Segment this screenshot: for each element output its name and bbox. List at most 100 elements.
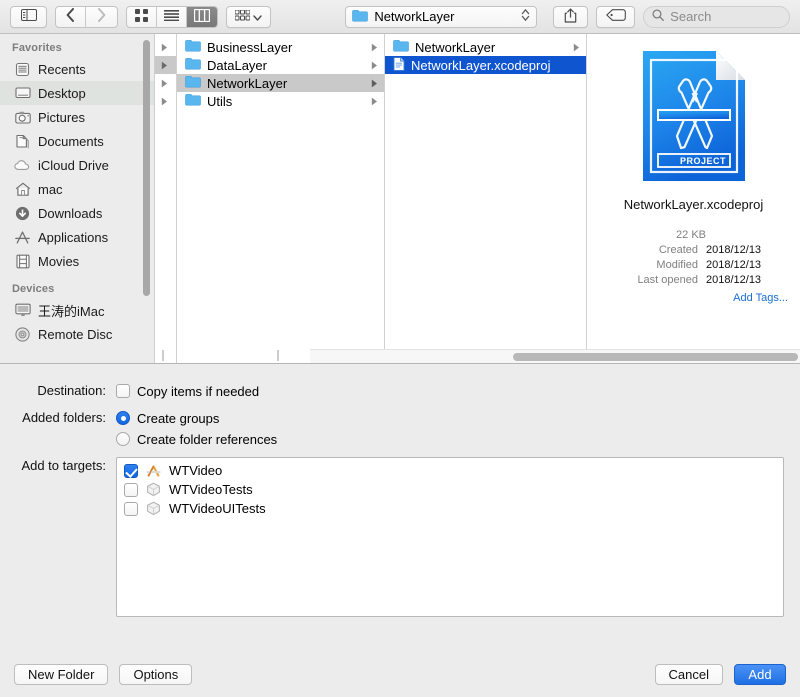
column-item-networklayer[interactable]: NetworkLayer [177, 74, 384, 92]
back-button[interactable] [56, 6, 87, 27]
folder-icon [185, 57, 201, 73]
target-row-wtvideotests[interactable]: WTVideoTests [117, 480, 783, 499]
column-row-stub[interactable] [155, 74, 176, 92]
sidebar-section-devices-header: Devices [12, 283, 55, 295]
search-field[interactable]: Search [643, 5, 790, 28]
column-browser: BusinessLayer DataLayer NetworkLayer Uti… [155, 34, 800, 363]
forward-button[interactable] [86, 7, 116, 27]
xcodeproj-file-icon [393, 56, 405, 74]
target-label: WTVideoTests [169, 482, 253, 497]
share-button[interactable] [552, 5, 589, 28]
updown-stepper-icon [521, 8, 530, 25]
preview-metadata: 22 KB Created 2018/12/13 Modified 2018/1… [599, 228, 788, 306]
view-as-list-button[interactable] [157, 6, 188, 27]
add-tags-link[interactable]: Add Tags... [733, 291, 788, 306]
target-row-wtvideo[interactable]: WTVideo [117, 461, 783, 480]
preview-filename: NetworkLayer.xcodeproj [623, 197, 764, 212]
column-item-label: NetworkLayer [415, 39, 496, 55]
add-to-targets-row: Add to targets: WTVideo WTVideoTests WTV… [0, 457, 784, 617]
meta-row-modified: Modified 2018/12/13 [599, 258, 788, 273]
tag-button[interactable] [596, 5, 636, 28]
browser-column-previous[interactable] [155, 34, 177, 363]
sidebar-item-pictures[interactable]: Pictures [0, 105, 154, 129]
target-row-wtvideouitests[interactable]: WTVideoUITests [117, 499, 783, 518]
checkbox-label: Copy items if needed [137, 383, 260, 399]
sidebar-item-label: Pictures [38, 109, 85, 125]
sidebar-toggle-button[interactable] [10, 5, 48, 28]
sidebar-item-documents[interactable]: Documents [0, 129, 154, 153]
meta-key: Created [658, 244, 698, 256]
caret-right-icon [161, 76, 168, 91]
xcode-app-target-icon [145, 463, 162, 478]
options-button[interactable]: Options [119, 663, 193, 685]
radio-button[interactable] [116, 432, 130, 446]
cancel-button[interactable]: Cancel [654, 663, 723, 685]
create-groups-radio[interactable]: Create groups [116, 409, 784, 427]
sidebar-item-applications[interactable]: Applications [0, 225, 154, 249]
create-folder-references-radio[interactable]: Create folder references [116, 430, 784, 448]
column-item-label: DataLayer [207, 57, 267, 73]
destination-label: Destination: [37, 383, 106, 398]
sidebar-item-label: Downloads [38, 205, 103, 221]
column-row-stub[interactable] [155, 56, 176, 74]
add-button[interactable]: Add [734, 663, 786, 685]
disc-icon [14, 326, 31, 343]
column-row-stub[interactable] [155, 38, 176, 56]
sidebar-item-movies[interactable]: Movies [0, 249, 154, 273]
column-item-networklayer-xcodeproj[interactable]: NetworkLayer.xcodeproj [385, 56, 586, 74]
view-as-columns-button[interactable] [187, 6, 218, 27]
sidebar-item-mac[interactable]: mac [0, 177, 154, 201]
column-view-icon [194, 8, 211, 25]
sidebar-item-desktop[interactable]: Desktop [0, 81, 154, 105]
column-resize-handle[interactable] [162, 350, 169, 361]
horizontal-scrollbar[interactable] [310, 349, 800, 363]
caret-right-icon [371, 58, 380, 73]
target-label: WTVideoUITests [169, 501, 266, 516]
column-resize-handle[interactable] [277, 350, 284, 361]
added-folders-row: Added folders: Create groups Create fold… [0, 409, 784, 448]
copy-items-if-needed-checkbox[interactable]: Copy items if needed [116, 382, 784, 400]
browser-column-2[interactable]: NetworkLayer NetworkLayer.xcodeproj [385, 34, 587, 363]
meta-value: 2018/12/13 [706, 259, 762, 271]
chevron-down-icon [253, 9, 263, 24]
target-checkbox[interactable] [124, 501, 138, 516]
location-popup-button[interactable]: NetworkLayer [345, 5, 537, 28]
column-item-datalayer[interactable]: DataLayer [177, 56, 384, 74]
sidebar-scrollbar[interactable] [143, 40, 150, 296]
browser-column-1[interactable]: BusinessLayer DataLayer NetworkLayer Uti… [177, 34, 385, 363]
checkbox-box[interactable] [116, 384, 130, 398]
radio-label: Create folder references [137, 431, 278, 447]
arrange-by-button[interactable] [226, 5, 272, 28]
sidebar-item-label: Movies [38, 253, 80, 269]
meta-row-size: 22 KB [599, 228, 788, 243]
targets-list[interactable]: WTVideo WTVideoTests WTVideoUITests [116, 457, 784, 617]
column-item-utils[interactable]: Utils [177, 92, 384, 110]
cloud-icon [14, 157, 31, 174]
sidebar-item-downloads[interactable]: Downloads [0, 201, 154, 225]
nav-back-forward-group[interactable] [55, 5, 118, 28]
search-icon [652, 9, 665, 24]
horizontal-scrollbar-thumb[interactable] [513, 353, 798, 361]
preview-content: PROJECT NetworkLayer.xcodeproj 22 KB Cre… [587, 34, 800, 306]
radio-button[interactable] [116, 411, 130, 425]
column-item-businesslayer[interactable]: BusinessLayer [177, 38, 384, 56]
sidebar-item-recents[interactable]: Recents [0, 57, 154, 81]
desktop-icon [14, 85, 31, 102]
meta-row-tags: Add Tags... [599, 291, 788, 306]
home-icon [14, 181, 31, 198]
view-as-icons-button[interactable] [127, 6, 157, 27]
view-mode-group[interactable] [125, 5, 219, 28]
meta-value: 2018/12/13 [706, 244, 762, 256]
sidebar-item-label: Remote Disc [38, 326, 113, 342]
new-folder-button[interactable]: New Folder [14, 663, 109, 685]
folder-icon [185, 75, 201, 91]
target-checkbox[interactable] [124, 463, 138, 478]
column-item-networklayer-folder[interactable]: NetworkLayer [385, 38, 586, 56]
target-checkbox[interactable] [124, 482, 138, 497]
column-row-stub[interactable] [155, 92, 176, 110]
sidebar-item-icloud-drive[interactable]: iCloud Drive [0, 153, 154, 177]
sidebar-item-remote-disc[interactable]: Remote Disc [0, 322, 154, 346]
film-icon [14, 253, 31, 270]
column-item-label: BusinessLayer [207, 39, 293, 55]
sidebar-item-imac[interactable]: 王涛的iMac [0, 298, 154, 322]
